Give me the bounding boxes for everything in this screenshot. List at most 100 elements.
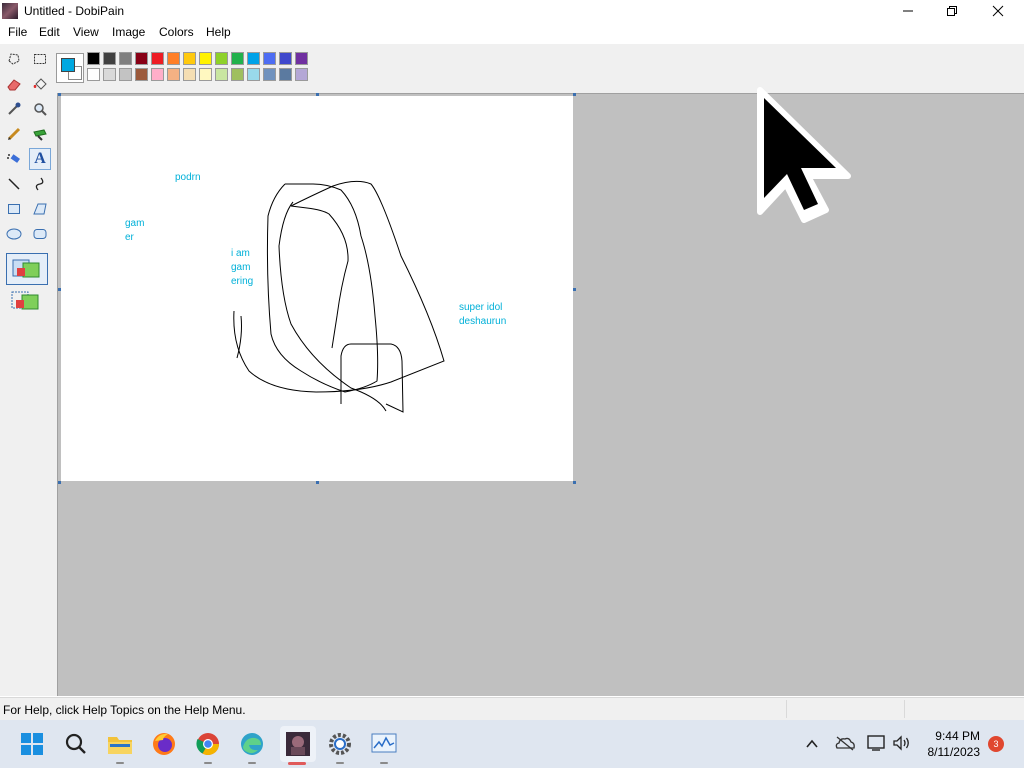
palette-row-2 — [87, 68, 308, 81]
text-icon[interactable]: A — [29, 148, 51, 170]
start-icon[interactable] — [16, 728, 48, 760]
menu-image[interactable]: Image — [110, 25, 147, 39]
toolbox: A — [0, 48, 54, 318]
rect-select-icon[interactable] — [30, 49, 50, 69]
menu-edit[interactable]: Edit — [37, 25, 62, 39]
rectangle-icon[interactable] — [4, 199, 24, 219]
curve-icon[interactable] — [30, 174, 50, 194]
resize-handle-top-left[interactable] — [58, 93, 61, 96]
palette-swatch[interactable] — [295, 52, 308, 65]
maximize-button[interactable] — [930, 0, 974, 22]
window-title: Untitled - DobiPain — [24, 4, 125, 18]
pencil-icon[interactable] — [4, 124, 24, 144]
palette-swatch[interactable] — [247, 68, 260, 81]
palette-swatch[interactable] — [231, 52, 244, 65]
palette-swatch[interactable] — [199, 52, 212, 65]
file-explorer-icon[interactable] — [104, 728, 136, 760]
drawing-canvas[interactable]: podrn gam er i am gam ering super idol d… — [61, 96, 573, 481]
magnifier-icon[interactable] — [30, 99, 50, 119]
free-form-select-icon[interactable] — [4, 49, 24, 69]
palette-swatch[interactable] — [135, 52, 148, 65]
palette-swatch[interactable] — [279, 52, 292, 65]
palette-swatch[interactable] — [279, 68, 292, 81]
minimize-button[interactable] — [886, 0, 930, 22]
dobipain-icon[interactable] — [280, 726, 316, 762]
transparent-background-option-icon[interactable] — [6, 286, 46, 316]
firefox-icon[interactable] — [148, 728, 180, 760]
palette-swatch[interactable] — [183, 68, 196, 81]
palette-swatch[interactable] — [183, 52, 196, 65]
palette-swatch[interactable] — [215, 52, 228, 65]
menu-view[interactable]: View — [71, 25, 101, 39]
onedrive-icon[interactable] — [834, 734, 856, 755]
eraser-icon[interactable] — [4, 74, 24, 94]
palette-swatch[interactable] — [263, 68, 276, 81]
status-bar: For Help, click Help Topics on the Help … — [0, 697, 1024, 720]
resize-handle-top[interactable] — [316, 93, 319, 96]
menu-file[interactable]: File — [6, 25, 29, 39]
rounded-rectangle-icon[interactable] — [30, 224, 50, 244]
canvas-text-super-idol: super idol deshaurun — [459, 302, 507, 327]
resize-handle-right[interactable] — [573, 288, 576, 291]
restore-icon — [947, 6, 957, 16]
palette-swatch[interactable] — [151, 52, 164, 65]
freehand-drawing — [233, 180, 445, 413]
palette-swatch[interactable] — [103, 52, 116, 65]
resize-handle-bottom[interactable] — [316, 481, 319, 484]
palette-swatch[interactable] — [87, 68, 100, 81]
resize-handle-top-right[interactable] — [573, 93, 576, 96]
search-icon[interactable] — [60, 728, 92, 760]
status-text: For Help, click Help Topics on the Help … — [3, 703, 246, 717]
palette-swatch[interactable] — [119, 52, 132, 65]
palette-swatch[interactable] — [247, 52, 260, 65]
network-icon[interactable] — [866, 734, 888, 755]
running-indicator — [336, 762, 344, 764]
palette-swatch[interactable] — [215, 68, 228, 81]
settings-icon[interactable] — [324, 728, 356, 760]
task-manager-icon[interactable] — [368, 728, 400, 760]
fill-icon[interactable] — [30, 74, 50, 94]
volume-icon[interactable] — [892, 734, 912, 755]
palette-swatch[interactable] — [199, 68, 212, 81]
close-button[interactable] — [976, 0, 1020, 22]
palette-swatch[interactable] — [119, 68, 132, 81]
palette-swatch[interactable] — [263, 52, 276, 65]
palette-swatch[interactable] — [103, 68, 116, 81]
palette-swatch[interactable] — [151, 68, 164, 81]
line-icon[interactable] — [4, 174, 24, 194]
opaque-background-option-icon[interactable] — [6, 253, 48, 285]
brush-icon[interactable] — [30, 124, 50, 144]
menu-help[interactable]: Help — [204, 25, 233, 39]
active-indicator — [288, 762, 306, 765]
polygon-icon[interactable] — [30, 199, 50, 219]
minimize-icon — [903, 10, 913, 12]
chrome-icon[interactable] — [192, 728, 224, 760]
palette-swatch[interactable] — [167, 68, 180, 81]
clock-date[interactable]: 8/11/2023 — [928, 745, 981, 759]
canvas-text-i-am-gamering: i am gam ering — [231, 248, 254, 287]
resize-handle-bottom-right[interactable] — [573, 481, 576, 484]
canvas-text-gamer: gam er — [125, 218, 145, 243]
clock-time[interactable]: 9:44 PM — [935, 729, 980, 743]
notification-badge[interactable]: 3 — [988, 736, 1004, 752]
edge-icon[interactable] — [236, 728, 268, 760]
palette-swatch[interactable] — [87, 52, 100, 65]
close-icon — [992, 5, 1004, 17]
palette-swatch[interactable] — [295, 68, 308, 81]
color-picker-icon[interactable] — [4, 99, 24, 119]
chevron-up-icon[interactable] — [804, 736, 820, 755]
dobipain-app-icon — [2, 3, 18, 19]
resize-handle-left[interactable] — [58, 288, 61, 291]
menu-colors[interactable]: Colors — [157, 25, 196, 39]
running-indicator — [248, 762, 256, 764]
mouse-cursor-icon — [757, 87, 851, 223]
airbrush-icon[interactable] — [4, 149, 24, 169]
taskbar: 9:44 PM 8/11/2023 — [0, 720, 1024, 768]
palette-swatch[interactable] — [167, 52, 180, 65]
palette-swatch[interactable] — [231, 68, 244, 81]
current-colors[interactable] — [56, 53, 84, 83]
foreground-color-swatch[interactable] — [61, 58, 75, 72]
ellipse-icon[interactable] — [4, 224, 24, 244]
resize-handle-bottom-left[interactable] — [58, 481, 61, 484]
palette-swatch[interactable] — [135, 68, 148, 81]
